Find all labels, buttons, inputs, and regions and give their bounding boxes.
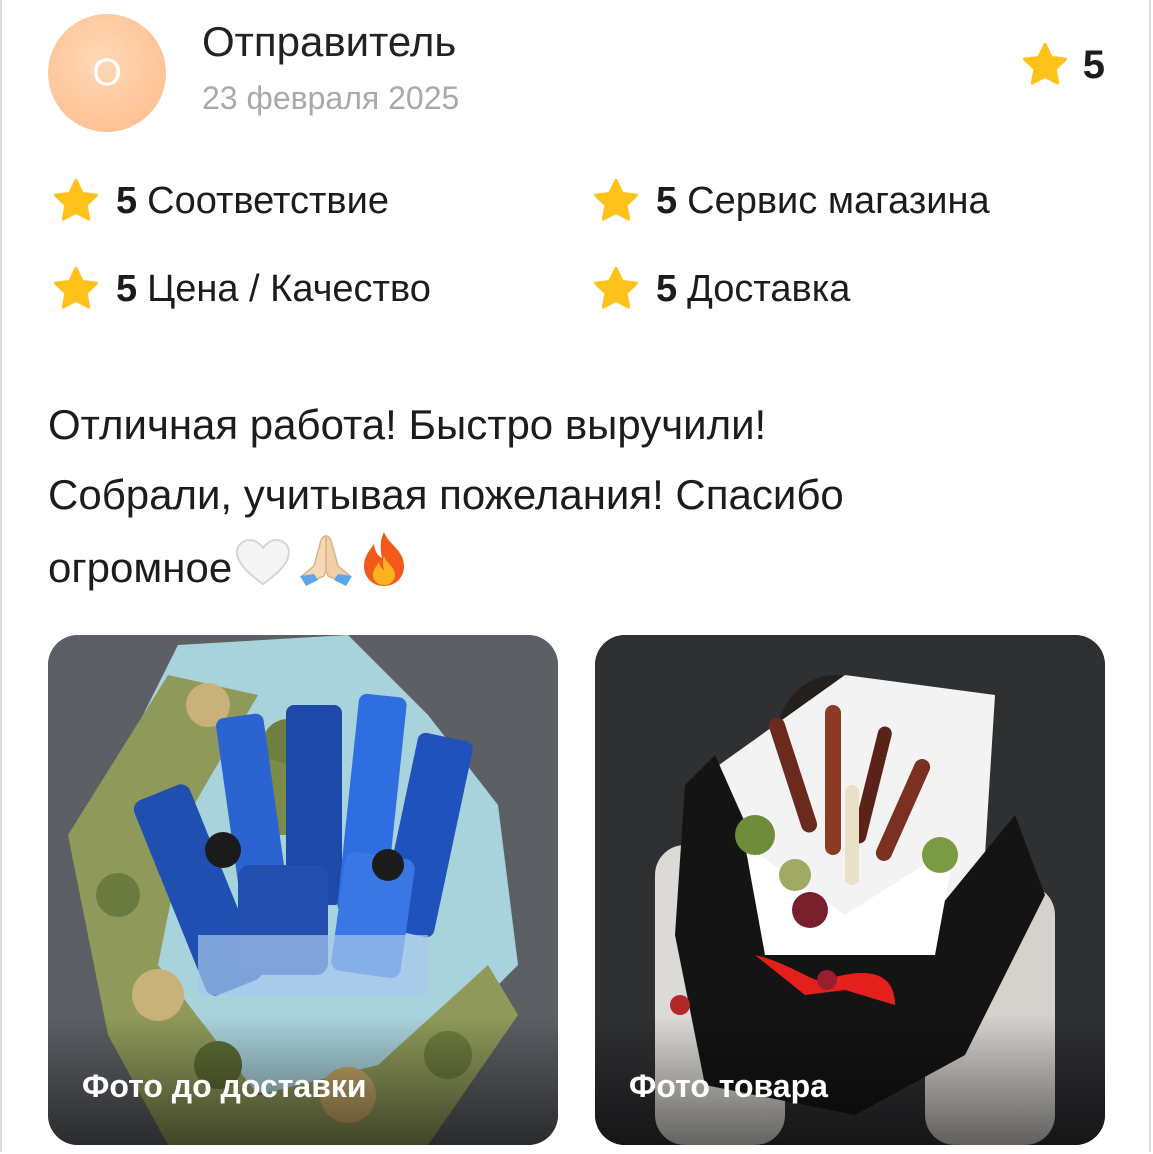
review-text-line: Отличная работа! Быстро выручили! (48, 401, 767, 448)
review-text-line-last: огромное (48, 530, 1108, 609)
criterion-score: 5 (656, 267, 678, 310)
overall-rating: 5 (1021, 42, 1105, 88)
criterion-price-quality: 5 Цена / Качество (52, 266, 431, 312)
fire-icon (360, 530, 408, 609)
star-icon (592, 178, 640, 224)
photo-caption: Фото до доставки (82, 1068, 367, 1104)
criterion-score: 5 (116, 267, 138, 310)
review-date: 23 февраля 2025 (202, 80, 460, 116)
star-icon (1021, 42, 1069, 88)
criterion-label: Сервис магазина (687, 179, 990, 222)
review-text-line: Собрали, учитывая пожелания! Спасибо (48, 471, 844, 518)
avatar-letter: О (92, 51, 122, 94)
photo-before-delivery[interactable]: Фото до доставки (48, 635, 558, 1145)
review-text: Отличная работа! Быстро выручили! Собрал… (48, 390, 1108, 609)
criterion-match: 5 Соответствие (52, 178, 389, 224)
review-text-line: огромное (48, 544, 233, 591)
criterion-label: Цена / Качество (147, 267, 431, 310)
criterion-label: Доставка (687, 267, 851, 310)
praying-hands-icon (294, 530, 358, 609)
criterion-score: 5 (656, 179, 678, 222)
photo-caption: Фото товара (629, 1068, 828, 1104)
white-heart-icon (234, 538, 292, 609)
criterion-score: 5 (116, 179, 138, 222)
star-icon (52, 266, 100, 312)
criterion-label: Соответствие (147, 179, 389, 222)
star-icon (52, 178, 100, 224)
photo-product[interactable]: Фото товара (595, 635, 1105, 1145)
overall-rating-value: 5 (1082, 42, 1105, 87)
sender-name[interactable]: Отправитель (202, 18, 456, 66)
star-icon (592, 266, 640, 312)
avatar[interactable]: О (48, 14, 166, 132)
criterion-delivery: 5 Доставка (592, 266, 850, 312)
criterion-shop-service: 5 Сервис магазина (592, 178, 990, 224)
